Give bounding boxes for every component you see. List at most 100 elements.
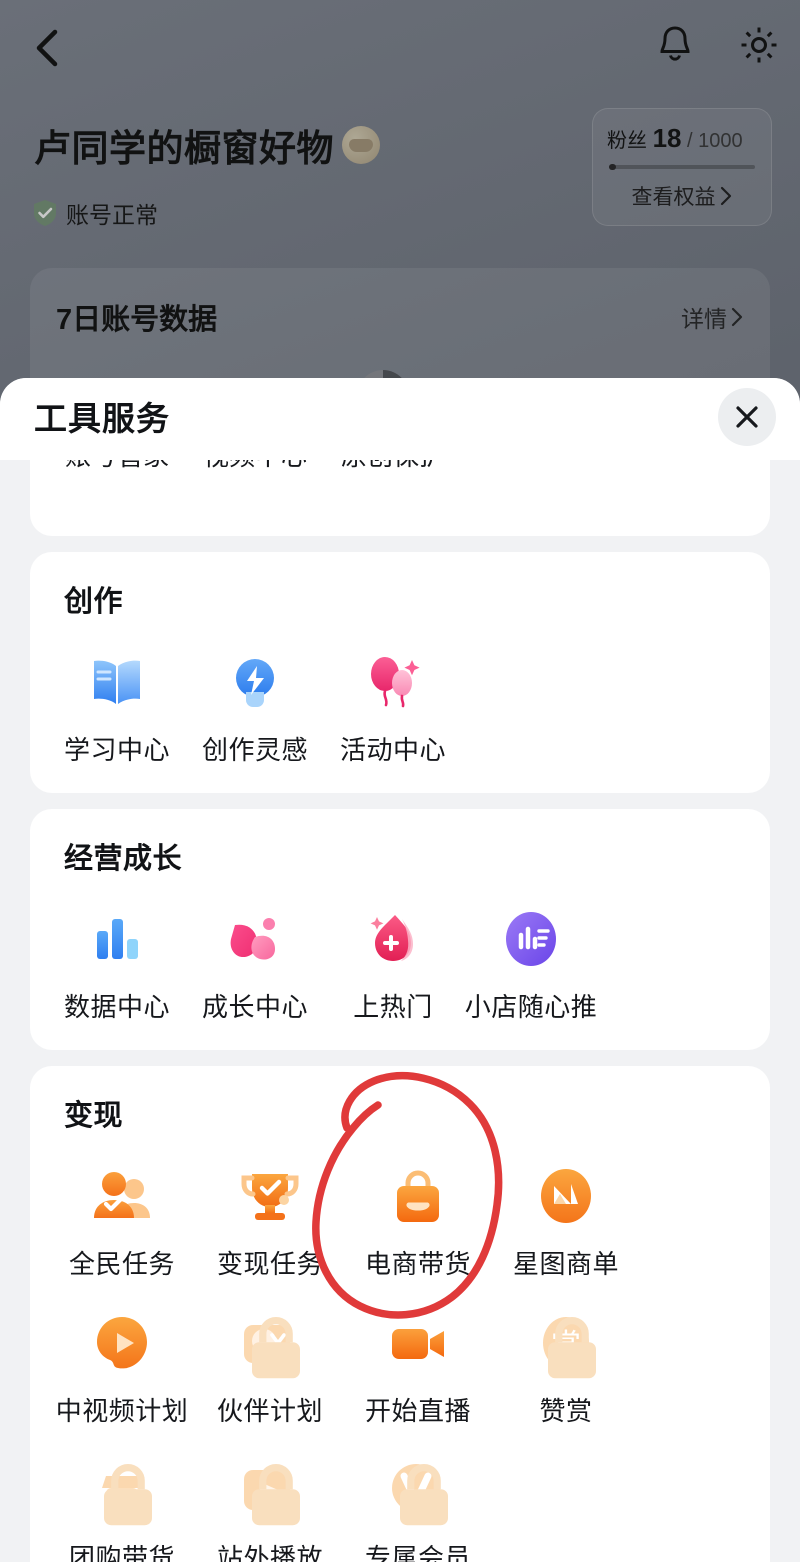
view-benefits-label: 查看权益: [631, 186, 716, 209]
tool-item-label: 学习中心: [63, 735, 170, 765]
tool-item-label: 专属会员: [364, 1543, 471, 1562]
lock-icon: [252, 1317, 300, 1379]
gear-icon[interactable]: [736, 22, 782, 73]
promote-chart-icon: [495, 903, 567, 975]
tool-item-label: 开始直播: [364, 1396, 471, 1426]
section-title: 经营成长: [64, 843, 183, 875]
tool-item-label: 数据中心: [63, 992, 170, 1022]
fans-progress-bar: [609, 164, 755, 170]
chevron-right-icon: [731, 307, 743, 327]
tool-item-label: 小店随心推: [464, 992, 598, 1022]
tool-item-partner-plan[interactable]: 伙伴计划: [196, 1285, 344, 1432]
people-check-icon: [86, 1160, 158, 1232]
fans-count: 18: [652, 123, 682, 153]
sheet-scroll-body[interactable]: 账号管家 视频中心 原创保护 创作: [0, 460, 800, 1562]
clipped-item-label[interactable]: 视频中心: [186, 460, 324, 473]
tool-item-growth-center[interactable]: 成长中心: [186, 881, 324, 1028]
tool-item-store-promote[interactable]: 小店随心推: [462, 881, 600, 1028]
fans-progress-card[interactable]: 粉丝 18 / 1000 查看权益: [592, 108, 772, 226]
tool-item-group-buy[interactable]: 团购带货: [48, 1432, 196, 1562]
clipped-item-label[interactable]: 账号管家: [48, 460, 186, 473]
back-button[interactable]: [22, 22, 74, 74]
partner-yuan-icon: [234, 1307, 306, 1379]
group-buy-icon: [86, 1454, 158, 1526]
play-bubble-icon: [86, 1307, 158, 1379]
fans-total: / 1000: [687, 130, 743, 152]
data-card-header: 7日账号数据 详情: [56, 296, 744, 338]
status-badge: 账号正常: [32, 196, 158, 230]
tool-item-ecommerce[interactable]: 电商带货: [344, 1138, 492, 1285]
section-title: 创作: [64, 586, 124, 618]
tool-item-data-center[interactable]: 数据中心: [48, 881, 186, 1028]
tool-item-label: 团购带货: [68, 1543, 175, 1562]
bell-icon[interactable]: [652, 22, 698, 73]
reward-shang-icon: 赏: [530, 1307, 602, 1379]
status-badge-label: 账号正常: [66, 202, 158, 228]
fans-count-line: 粉丝 18 / 1000: [607, 123, 757, 154]
tool-item-creative-inspiration[interactable]: 创作灵感: [186, 624, 324, 771]
tool-item-national-task[interactable]: 全民任务: [48, 1138, 196, 1285]
section-grid: 学习中心 创作灵感 活动中心: [48, 624, 752, 771]
tool-item-label: 全民任务: [68, 1249, 175, 1279]
face-with-hands-over-mouth-emoji: [342, 126, 380, 164]
shield-check-icon: [34, 200, 56, 226]
tool-item-mid-video-plan[interactable]: 中视频计划: [48, 1285, 196, 1432]
sheet-title: 工具服务: [34, 400, 170, 437]
tool-services-bottom-sheet: 工具服务 账号管家 视频中心 原创保护 创作: [0, 378, 800, 1562]
tool-item-offsite-play[interactable]: 站外播放: [196, 1432, 344, 1562]
tool-item-activity-center[interactable]: 活动中心: [324, 624, 462, 771]
section-card-monetization: 变现 全民任务 变现任务 电商带货 星图商单 中视频计划 伙伴计划 开始直播 赞…: [30, 1066, 770, 1562]
book-icon: [81, 646, 153, 718]
chevron-right-icon: [720, 186, 731, 206]
shopping-bag-icon: [382, 1160, 454, 1232]
tool-item-trending[interactable]: 上热门: [324, 881, 462, 1028]
profile-title-text: 卢同学的橱窗好物: [34, 128, 334, 169]
lock-icon: [548, 1317, 596, 1379]
section-card-creation: 创作 学习中心 创作灵感 活动中心: [30, 552, 770, 793]
tool-item-star-map[interactable]: 星图商单: [492, 1138, 640, 1285]
tool-item-label: 创作灵感: [201, 735, 308, 765]
flower-petal-icon: [219, 903, 291, 975]
clipped-item-label[interactable]: 原创保护: [324, 460, 462, 473]
tool-item-reward[interactable]: 赏 赞赏: [492, 1285, 640, 1432]
tool-item-label: 站外播放: [216, 1543, 323, 1562]
close-button[interactable]: [718, 388, 776, 446]
section-title: 变现: [64, 1100, 124, 1132]
bar-chart-icon: [81, 903, 153, 975]
top-navigation-bar: [0, 0, 800, 96]
tool-item-label: 中视频计划: [55, 1396, 189, 1426]
tool-item-label: 伙伴计划: [216, 1396, 323, 1426]
view-benefits-link[interactable]: 查看权益: [607, 181, 757, 211]
tool-item-monetize-task[interactable]: 变现任务: [196, 1138, 344, 1285]
nav-actions: [652, 22, 782, 73]
tool-item-start-live[interactable]: 开始直播: [344, 1285, 492, 1432]
tool-item-label: 赞赏: [539, 1396, 593, 1426]
offsite-play-icon: [234, 1454, 306, 1526]
tool-item-label: 变现任务: [216, 1249, 323, 1279]
section-grid: 数据中心 成长中心 上热门 小店随心推: [48, 881, 752, 1028]
trophy-check-icon: [234, 1160, 306, 1232]
lock-icon: [252, 1464, 300, 1526]
tool-item-exclusive-member[interactable]: 专属会员: [344, 1432, 492, 1562]
data-card-detail-label: 详情: [681, 306, 727, 332]
profile-title: 卢同学的橱窗好物: [34, 118, 380, 172]
balloons-icon: [357, 646, 429, 718]
tool-item-label: 上热门: [353, 992, 433, 1022]
close-icon: [736, 406, 758, 428]
tool-item-label: 电商带货: [364, 1249, 471, 1279]
section-grid: 全民任务 变现任务 电商带货 星图商单 中视频计划 伙伴计划 开始直播 赞赏 团…: [48, 1138, 752, 1562]
video-camera-icon: [382, 1307, 454, 1379]
clipped-section-card: 账号管家 视频中心 原创保护: [30, 460, 770, 536]
lightbulb-icon: [219, 646, 291, 718]
tool-item-label: 活动中心: [339, 735, 446, 765]
star-map-icon: [530, 1160, 602, 1232]
data-card-title: 7日账号数据: [56, 304, 218, 336]
data-card-detail-link[interactable]: 详情: [681, 300, 744, 334]
vip-badge-icon: [382, 1454, 454, 1526]
tool-item-learning-center[interactable]: 学习中心: [48, 624, 186, 771]
flame-plus-icon: [357, 903, 429, 975]
sheet-header: 工具服务: [0, 378, 800, 460]
tool-item-label: 星图商单: [512, 1249, 619, 1279]
lock-icon: [400, 1464, 448, 1526]
tool-item-label: 成长中心: [201, 992, 308, 1022]
